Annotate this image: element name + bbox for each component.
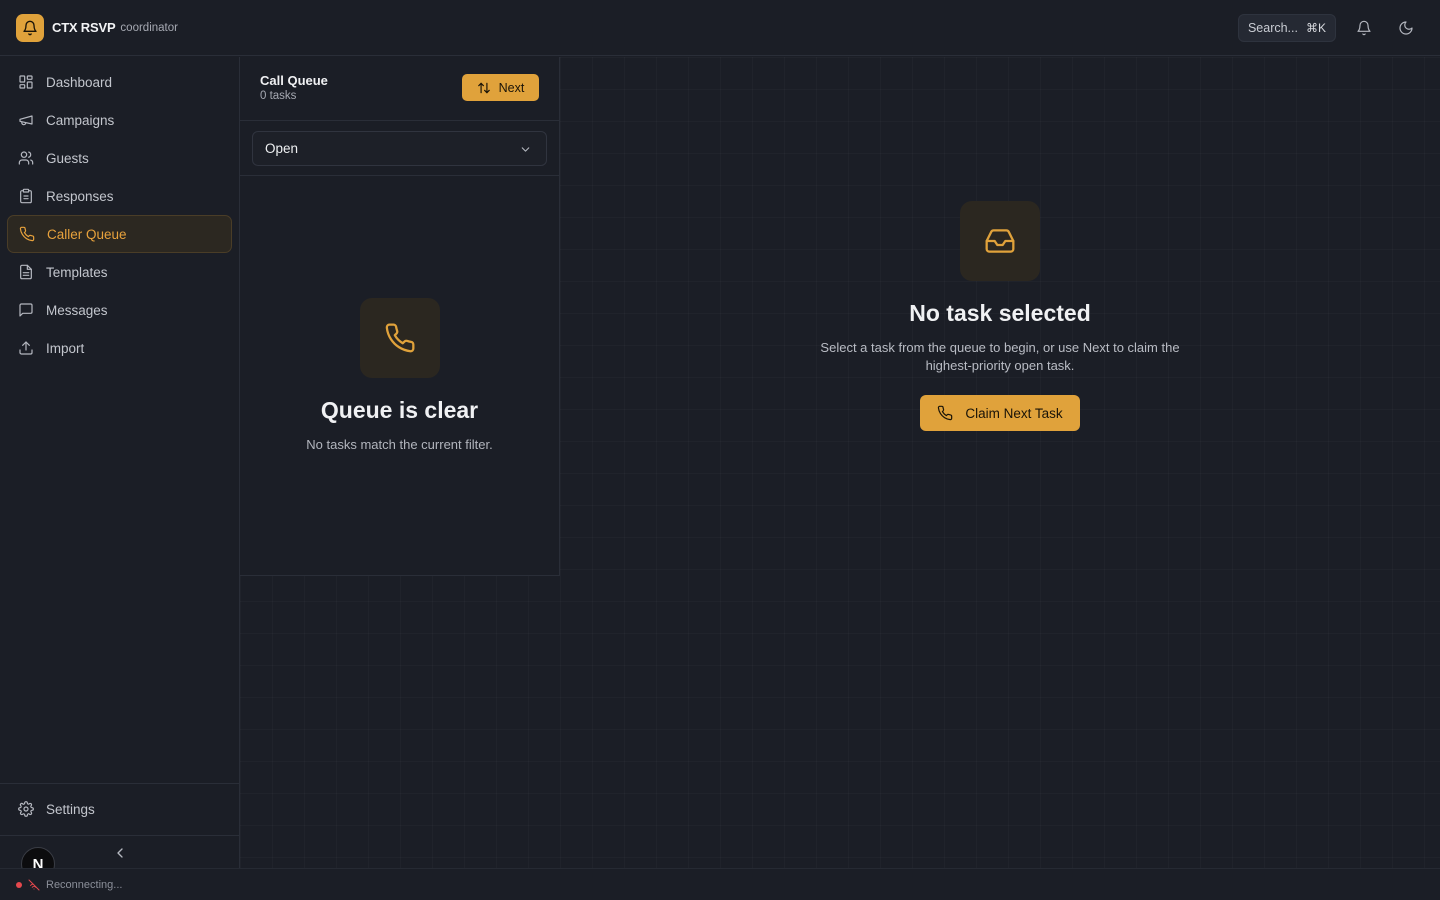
sidebar-item-label: Templates bbox=[46, 264, 108, 280]
sidebar-divider bbox=[0, 835, 240, 836]
message-icon bbox=[19, 303, 33, 317]
upload-icon bbox=[19, 341, 33, 355]
search-button[interactable]: Search... ⌘K bbox=[1237, 14, 1336, 42]
moon-icon[interactable] bbox=[1392, 14, 1420, 42]
sidebar-item-label: Settings bbox=[46, 801, 95, 817]
next-button[interactable]: Next bbox=[462, 74, 539, 101]
queue-header: Call Queue 0 tasks Next bbox=[240, 57, 559, 121]
file-text-icon bbox=[20, 264, 32, 280]
sidebar-item-caller-queue[interactable]: Caller Queue bbox=[7, 215, 232, 253]
clipboard-icon bbox=[20, 188, 32, 204]
sort-arrows-icon bbox=[477, 82, 490, 93]
chevron-down-icon bbox=[521, 147, 530, 152]
filter-bar: Open bbox=[240, 121, 559, 176]
queue-empty-subtitle: No tasks match the current filter. bbox=[306, 437, 493, 452]
queue-empty-title: Queue is clear bbox=[320, 397, 479, 423]
dashboard-icon bbox=[19, 75, 33, 89]
sidebar-item-templates[interactable]: Templates bbox=[7, 253, 232, 291]
queue-title: Call Queue bbox=[260, 73, 328, 88]
bell-icon[interactable] bbox=[1350, 14, 1378, 42]
sidebar: Dashboard Campaigns Guests Responses Cal… bbox=[0, 57, 240, 881]
connection-status: Reconnecting... bbox=[46, 878, 123, 891]
sidebar-item-import[interactable]: Import bbox=[7, 329, 232, 367]
sidebar-item-campaigns[interactable]: Campaigns bbox=[7, 101, 232, 139]
sidebar-item-responses[interactable]: Responses bbox=[7, 177, 232, 215]
queue-count: 0 tasks bbox=[260, 90, 297, 102]
users-icon bbox=[18, 151, 34, 165]
sidebar-item-dashboard[interactable]: Dashboard bbox=[7, 63, 232, 101]
detail-empty-title: No task selected bbox=[909, 300, 1091, 326]
sidebar-item-label: Responses bbox=[46, 188, 114, 204]
app-name: CTX RSVP bbox=[52, 20, 116, 35]
chevron-left-icon[interactable] bbox=[112, 845, 128, 861]
top-bar: CTX RSVP coordinator Search... ⌘K bbox=[0, 0, 1440, 56]
sidebar-item-label: Campaigns bbox=[46, 112, 115, 128]
sidebar-item-label: Caller Queue bbox=[47, 226, 127, 242]
sidebar-item-label: Dashboard bbox=[46, 74, 113, 90]
sidebar-item-settings[interactable]: Settings bbox=[7, 790, 232, 828]
gear-icon bbox=[18, 801, 34, 817]
wifi-off-icon bbox=[28, 879, 40, 890]
claim-next-task-button[interactable]: Claim Next Task bbox=[920, 395, 1080, 431]
next-label: Next bbox=[498, 80, 525, 95]
phone-icon bbox=[19, 226, 35, 242]
detail-empty-subtitle: Select a task from the queue to begin, o… bbox=[820, 340, 1180, 373]
megaphone-icon bbox=[19, 115, 33, 126]
inbox-icon bbox=[985, 229, 1015, 253]
detail-empty-icon-box bbox=[960, 201, 1040, 281]
queue-panel: Call Queue 0 tasks Next Open Queue is cl… bbox=[240, 57, 560, 576]
phone-icon bbox=[938, 405, 953, 421]
sidebar-item-messages[interactable]: Messages bbox=[7, 291, 232, 329]
queue-empty-icon-box bbox=[360, 298, 440, 378]
claim-label: Claim Next Task bbox=[965, 405, 1063, 421]
status-bar: Reconnecting... bbox=[0, 868, 1440, 900]
main-content: Call Queue 0 tasks Next Open Queue is cl… bbox=[240, 57, 1440, 868]
bell-logo-icon bbox=[16, 13, 44, 42]
status-filter-select[interactable]: Open bbox=[252, 131, 547, 166]
sidebar-item-guests[interactable]: Guests bbox=[7, 139, 232, 177]
search-shortcut: ⌘K bbox=[1305, 21, 1326, 35]
sidebar-item-label: Messages bbox=[46, 302, 108, 318]
app-role: coordinator bbox=[120, 21, 178, 34]
brand[interactable]: CTX RSVP coordinator bbox=[16, 13, 178, 42]
sidebar-item-label: Guests bbox=[46, 150, 89, 166]
sidebar-divider bbox=[0, 783, 240, 784]
filter-value: Open bbox=[265, 141, 299, 156]
search-label: Search... bbox=[1247, 21, 1298, 35]
phone-icon bbox=[385, 323, 415, 353]
status-dot bbox=[16, 881, 22, 888]
sidebar-item-label: Import bbox=[46, 340, 85, 356]
